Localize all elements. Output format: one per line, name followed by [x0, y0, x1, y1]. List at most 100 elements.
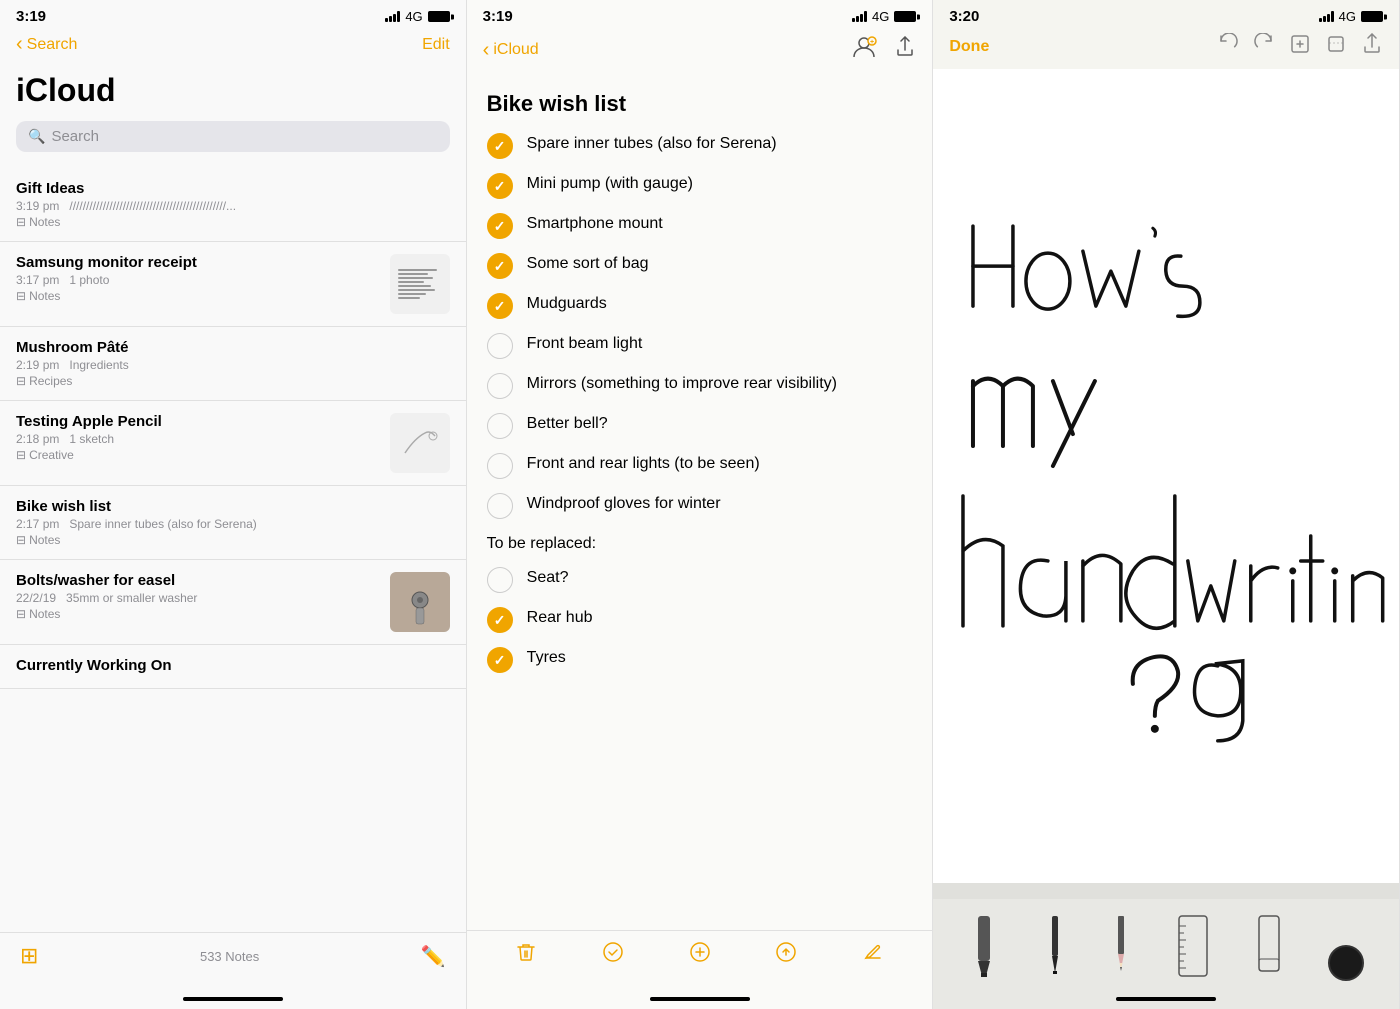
checkbox[interactable] [487, 453, 513, 479]
search-placeholder: Search [51, 128, 99, 145]
checkbox[interactable] [487, 133, 513, 159]
note-meta: 3:19 pm ////////////////////////////////… [16, 199, 450, 213]
search-bar[interactable]: 🔍 Search [16, 121, 450, 152]
compose-icon[interactable]: ✏️ [421, 944, 446, 969]
share-icon[interactable] [894, 36, 916, 64]
check-item[interactable]: Smartphone mount [487, 213, 913, 239]
list-item[interactable]: Currently Working On [0, 645, 466, 689]
checkbox[interactable] [487, 253, 513, 279]
nav-bar-1: ‹ Search Edit [0, 29, 466, 64]
compose-toolbar-icon[interactable] [862, 941, 884, 969]
pencil-tool[interactable] [1111, 911, 1131, 981]
check-item[interactable]: Rear hub [487, 607, 913, 633]
done-button[interactable]: Done [949, 38, 989, 56]
check-item[interactable]: Mudguards [487, 293, 913, 319]
folders-icon[interactable]: ⊞ [20, 943, 38, 969]
checkbox[interactable] [487, 493, 513, 519]
lasso-icon[interactable] [1325, 33, 1347, 61]
add-box-icon[interactable] [1289, 33, 1311, 61]
check-item[interactable]: Spare inner tubes (also for Serena) [487, 133, 913, 159]
list-item[interactable]: Gift Ideas 3:19 pm /////////////////////… [0, 168, 466, 242]
note-folder: ⊟ Creative [16, 448, 378, 462]
status-bar-2: 3:19 4G [467, 0, 933, 29]
check-label: Some sort of bag [527, 253, 913, 275]
checkbox[interactable] [487, 567, 513, 593]
note-content: Mushroom Pâté 2:19 pm Ingredients ⊟ Reci… [16, 339, 450, 388]
list-item[interactable]: Bolts/washer for easel 22/2/19 35mm or s… [0, 560, 466, 645]
drawing-canvas[interactable] [933, 69, 1399, 883]
edit-button[interactable]: Edit [422, 36, 450, 54]
home-indicator-3 [933, 989, 1399, 1009]
signal-bars-2 [852, 11, 867, 22]
check-item[interactable]: Mini pump (with gauge) [487, 173, 913, 199]
check-label: Tyres [527, 647, 913, 669]
note-content: Bolts/washer for easel 22/2/19 35mm or s… [16, 572, 378, 621]
check-item[interactable]: Some sort of bag [487, 253, 913, 279]
checkbox[interactable] [487, 647, 513, 673]
time-1: 3:19 [16, 8, 46, 25]
checkbox[interactable] [487, 293, 513, 319]
note-meta: 2:19 pm Ingredients [16, 358, 450, 372]
home-indicator-2 [467, 989, 933, 1009]
eraser-tool[interactable] [1255, 911, 1283, 981]
list-item[interactable]: Bike wish list 2:17 pm Spare inner tubes… [0, 486, 466, 560]
checkbox[interactable] [487, 213, 513, 239]
checkbox[interactable] [487, 333, 513, 359]
share-drawing-icon[interactable] [1361, 33, 1383, 61]
checkmark-icon[interactable] [602, 941, 624, 969]
note-title: Bike wish list [16, 498, 450, 515]
note-folder: ⊟ Recipes [16, 374, 450, 388]
note-meta: 3:17 pm 1 photo [16, 273, 378, 287]
notes-list: Gift Ideas 3:19 pm /////////////////////… [0, 168, 466, 932]
note-folder: ⊟ Notes [16, 533, 450, 547]
tab-bar-1: ⊞ 533 Notes ✏️ [0, 932, 466, 989]
status-icons-1: 4G [385, 9, 449, 24]
color-picker[interactable] [1328, 945, 1364, 981]
note-content: Currently Working On [16, 657, 450, 676]
check-item[interactable]: Tyres [487, 647, 913, 673]
pen-tool[interactable] [1045, 911, 1065, 981]
check-item[interactable]: Seat? [487, 567, 913, 593]
note-content: Bike wish list 2:17 pm Spare inner tubes… [16, 498, 450, 547]
check-label: Front beam light [527, 333, 913, 355]
share-toolbar-icon[interactable] [775, 941, 797, 969]
back-arrow-1: ‹ [16, 33, 23, 56]
list-item[interactable]: Samsung monitor receipt 3:17 pm 1 photo … [0, 242, 466, 327]
undo-icon[interactable] [1217, 33, 1239, 61]
checklist-title: Bike wish list [487, 91, 913, 117]
note-title: Mushroom Pâté [16, 339, 450, 356]
note-title: Currently Working On [16, 657, 450, 674]
note-detail-panel: 3:19 4G ‹ iCloud + [467, 0, 934, 1009]
check-item[interactable]: Front and rear lights (to be seen) [487, 453, 913, 479]
checkbox[interactable] [487, 173, 513, 199]
note-thumbnail [390, 254, 450, 314]
note-folder: ⊟ Notes [16, 215, 450, 229]
drawing-nav-bar: Done [933, 29, 1399, 69]
ruler-tool[interactable] [1176, 911, 1210, 981]
search-icon: 🔍 [28, 128, 45, 145]
folder-icon: ⊟ [16, 289, 26, 303]
check-item[interactable]: Windproof gloves for winter [487, 493, 913, 519]
list-item[interactable]: Mushroom Pâté 2:19 pm Ingredients ⊟ Reci… [0, 327, 466, 401]
add-icon[interactable] [689, 941, 711, 969]
list-item[interactable]: Testing Apple Pencil 2:18 pm 1 sketch ⊟ … [0, 401, 466, 486]
check-item[interactable]: Mirrors (something to improve rear visib… [487, 373, 913, 399]
check-label: Mini pump (with gauge) [527, 173, 913, 195]
time-2: 3:19 [483, 8, 513, 25]
check-item[interactable]: Front beam light [487, 333, 913, 359]
folder-icon: ⊟ [16, 374, 26, 388]
home-indicator-1 [0, 989, 466, 1009]
back-button-2[interactable]: ‹ iCloud [483, 39, 539, 62]
back-button-1[interactable]: ‹ Search [16, 33, 77, 56]
note-meta: 2:17 pm Spare inner tubes (also for Sere… [16, 517, 450, 531]
checkbox[interactable] [487, 607, 513, 633]
check-item[interactable]: Better bell? [487, 413, 913, 439]
checkbox[interactable] [487, 373, 513, 399]
folder-icon: ⊟ [16, 215, 26, 229]
checkbox[interactable] [487, 413, 513, 439]
svg-text:+: + [870, 39, 874, 46]
marker-tool[interactable] [968, 911, 1000, 981]
trash-icon[interactable] [515, 941, 537, 969]
redo-icon[interactable] [1253, 33, 1275, 61]
share-person-icon[interactable]: + [850, 33, 878, 67]
